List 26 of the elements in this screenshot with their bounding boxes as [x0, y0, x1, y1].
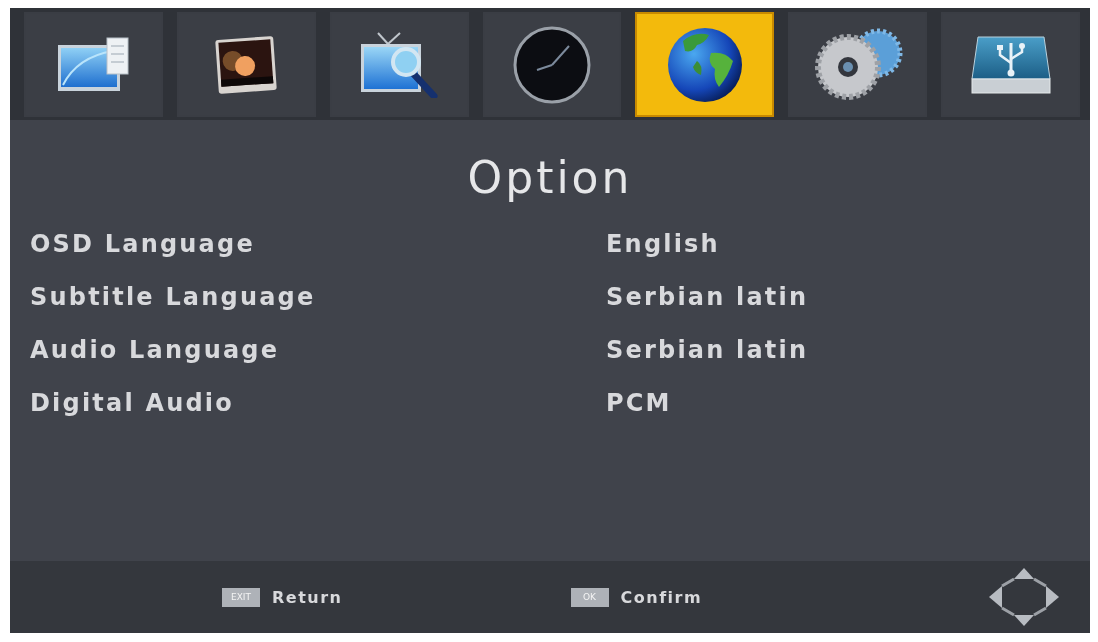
menu-tab[interactable] — [329, 12, 469, 117]
menu-tab[interactable] — [635, 12, 775, 117]
menu-tab[interactable] — [176, 12, 316, 117]
setting-value[interactable]: Serbian latin — [606, 281, 809, 312]
menu-tab[interactable] — [788, 12, 928, 117]
menu-tab[interactable] — [941, 12, 1080, 117]
hint-label: Return — [272, 587, 343, 607]
setting-value[interactable]: Serbian latin — [606, 334, 809, 365]
setting-label: Digital Audio — [30, 387, 234, 418]
tv-magnifier-icon — [360, 31, 439, 98]
page-title: Option — [466, 151, 634, 202]
monitor-document-icon — [57, 36, 130, 93]
menu-tab[interactable] — [24, 12, 163, 117]
setting-value[interactable]: PCM — [606, 387, 672, 418]
usb-drive-icon — [969, 34, 1052, 95]
setting-label: Audio Language — [30, 334, 280, 365]
setting-value[interactable]: English — [606, 228, 720, 259]
remote-key: OK — [570, 587, 609, 607]
setting-label: OSD Language — [30, 228, 255, 259]
setting-label: Subtitle Language — [30, 281, 316, 312]
hint-label: Confirm — [620, 587, 703, 607]
direction-pad-icon — [988, 567, 1060, 627]
clock-icon — [513, 25, 591, 104]
remote-key: EXIT — [222, 587, 260, 607]
globe-icon — [666, 26, 743, 103]
menu-tab[interactable] — [482, 12, 622, 117]
